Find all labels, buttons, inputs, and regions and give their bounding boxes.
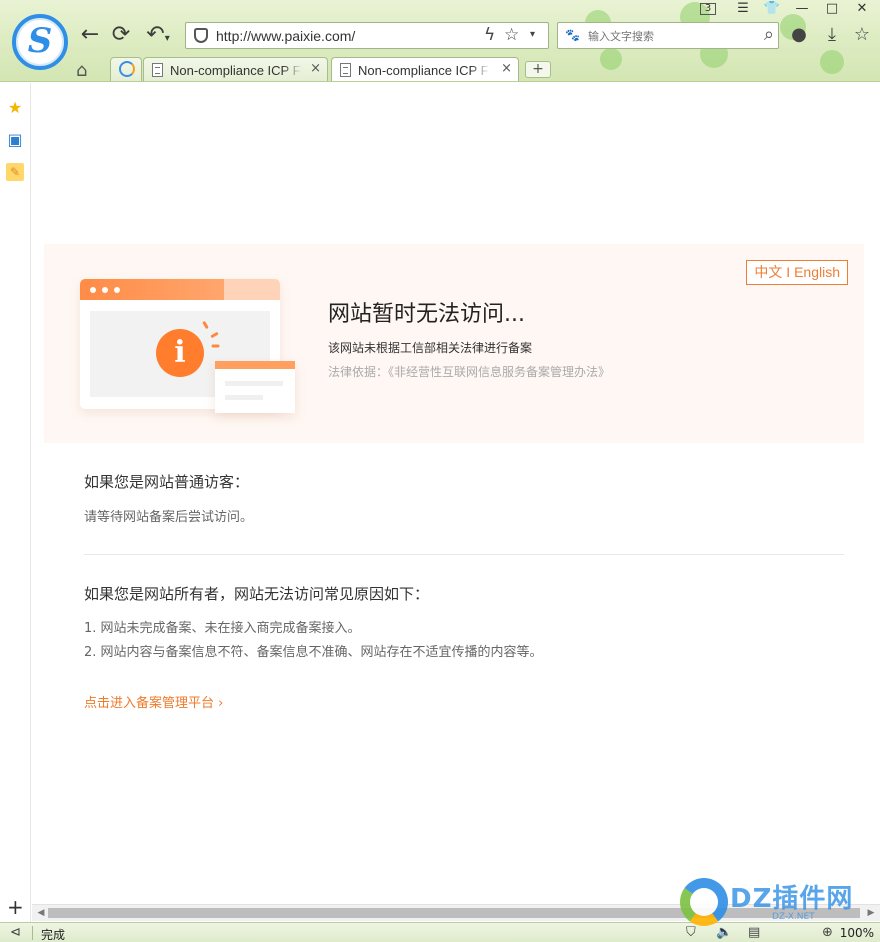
favorites-icon[interactable]: ★ — [6, 99, 24, 117]
tab-1[interactable]: Non-compliance ICP Filing × — [143, 57, 328, 81]
tab-title: Non-compliance ICP Filing — [358, 63, 490, 78]
star-icon[interactable]: ☆ — [504, 25, 519, 45]
browser-warning-illustration: i — [80, 279, 300, 419]
skin-icon[interactable]: 👕 — [760, 1, 784, 16]
tab-title: Non-compliance ICP Filing — [170, 63, 302, 78]
add-sidebar-icon[interactable]: + — [7, 895, 24, 919]
window-count-badge[interactable]: 3 — [700, 3, 716, 15]
maximize-icon[interactable]: □ — [820, 1, 844, 16]
paw-icon: 🐾 — [565, 28, 580, 42]
owner-section-title: 如果您是网站所有者，网站无法访问常见原因如下： — [84, 585, 430, 603]
lightning-icon[interactable]: ϟ — [484, 25, 495, 45]
tab-close-icon[interactable]: × — [310, 61, 321, 76]
search-icon[interactable]: ⌕ — [764, 24, 774, 45]
notice-banner: 中文 I English i 网站暂时无法访问... 该网站未根据工信部相关法律… — [44, 244, 864, 443]
url-text[interactable]: http://www.paixie.com/ — [216, 28, 355, 44]
menu-icon[interactable]: ☰ — [731, 1, 755, 16]
minimize-icon[interactable]: — — [790, 1, 814, 16]
divider — [84, 554, 844, 555]
status-text: 完成 — [41, 928, 66, 942]
language-switch[interactable]: 中文 I English — [746, 260, 848, 285]
sidebar: ★ ▣ ✎ + — [0, 83, 31, 923]
page-title: 网站暂时无法访问... — [328, 302, 525, 327]
reason-item: 1. 网站未完成备案、未在接入商完成备案接入。 — [84, 621, 361, 636]
scroll-left-icon[interactable]: ◀ — [34, 906, 48, 920]
download-icon[interactable]: ⤓ — [821, 24, 843, 45]
sogou-browser-logo[interactable]: S — [12, 14, 68, 70]
pinned-tab[interactable] — [110, 57, 142, 81]
page-icon — [340, 63, 351, 77]
visitor-section-title: 如果您是网站普通访客： — [84, 473, 250, 491]
shield-icon — [194, 28, 208, 43]
tools-icon[interactable]: ✎ — [6, 163, 24, 181]
more-menu-icon[interactable]: ● — [788, 24, 810, 45]
tablet-icon[interactable]: ▣ — [6, 131, 24, 149]
chevron-down-icon[interactable]: ▾ — [530, 29, 535, 40]
reason-item: 2. 网站内容与备案信息不符、备案信息不准确、网站存在不适宜传播的内容等。 — [84, 645, 543, 660]
tab-2-active[interactable]: Non-compliance ICP Filing × — [331, 57, 519, 81]
close-window-icon[interactable]: ✕ — [850, 1, 874, 16]
filing-platform-link[interactable]: 点击进入备案管理平台 › — [84, 692, 223, 711]
home-icon[interactable]: ⌂ — [76, 60, 87, 81]
tab-close-icon[interactable]: × — [501, 61, 512, 76]
clover-decoration — [600, 48, 622, 70]
law-basis: 法律依据：《非经营性互联网信息服务备案管理办法》 — [328, 365, 611, 379]
search-box[interactable]: 🐾 ⌕ — [557, 22, 779, 49]
dialog-illustration — [215, 361, 295, 413]
sidebar-toggle-icon[interactable]: ⊲ — [10, 925, 21, 940]
watermark-text: DZ插件网 — [730, 884, 854, 914]
clover-decoration — [820, 50, 844, 74]
new-tab-button[interactable]: + — [525, 61, 551, 78]
watermark-icon — [680, 878, 728, 926]
address-bar[interactable]: http://www.paixie.com/ ϟ ☆ ▾ — [185, 22, 549, 49]
undo-icon[interactable]: ↶▾ — [140, 22, 176, 48]
page-icon — [152, 63, 163, 77]
back-arrow-icon[interactable]: ← — [77, 22, 103, 48]
favorites-star-icon[interactable]: ☆ — [851, 24, 873, 45]
refresh-icon[interactable]: ⟳ — [108, 22, 134, 48]
check-icon — [119, 61, 135, 77]
info-icon: i — [156, 329, 204, 377]
watermark-logo: DZ插件网 DZ-X.NET — [676, 872, 876, 932]
browser-toolbar: S ← ⟳ ↶▾ http://www.paixie.com/ ϟ ☆ ▾ 🐾 … — [0, 0, 880, 82]
search-input[interactable] — [588, 27, 748, 45]
page-content: 中文 I English i 网站暂时无法访问... 该网站未根据工信部相关法律… — [32, 83, 880, 904]
watermark-subtext: DZ-X.NET — [772, 912, 815, 922]
visitor-section-text: 请等待网站备案后尝试访问。 — [84, 510, 254, 525]
page-description: 该网站未根据工信部相关法律进行备案 — [328, 341, 533, 355]
